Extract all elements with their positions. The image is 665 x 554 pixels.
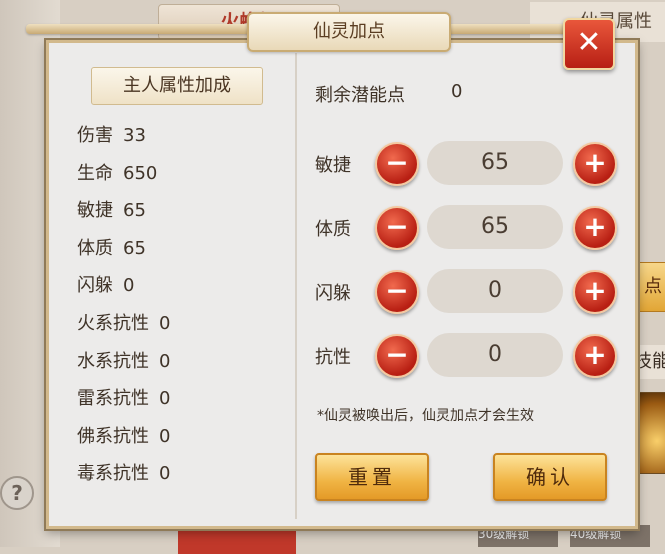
minus-icon: − (385, 146, 409, 179)
minus-icon: − (385, 210, 409, 243)
dialog-title: 仙灵加点 (247, 12, 451, 52)
master-attr-row: 水系抗性 0 (77, 347, 170, 373)
master-attr-row: 佛系抗性 0 (77, 422, 170, 448)
confirm-button[interactable]: 确认 (493, 453, 607, 501)
master-attr-name: 敏捷 (77, 200, 113, 222)
plus-button[interactable]: + (573, 206, 617, 250)
master-attr-row: 毒系抗性 0 (77, 459, 170, 485)
plus-icon: + (583, 338, 607, 371)
master-attr-row: 雷系抗性 0 (77, 384, 170, 410)
stat-label: 抗性 (315, 347, 351, 368)
master-attr-value: 0 (159, 425, 171, 447)
stat-label: 敏捷 (315, 155, 351, 176)
master-attr-name: 火系抗性 (77, 313, 149, 334)
master-attr-name: 体质 (77, 237, 113, 259)
effect-note: *仙灵被唤出后，仙灵加点才会生效 (317, 408, 534, 424)
column-divider (295, 53, 297, 519)
master-attr-name: 伤害 (77, 125, 113, 146)
minus-icon: − (385, 274, 409, 307)
minus-button[interactable]: − (375, 142, 419, 186)
master-attr-row: 敏捷 65 (77, 196, 146, 222)
master-attr-name: 生命 (77, 162, 113, 184)
plus-icon: + (583, 274, 607, 307)
master-attr-value: 0 (159, 350, 171, 372)
stat-label: 闪躲 (315, 283, 351, 304)
master-attr-value: 0 (159, 388, 171, 410)
stat-label: 体质 (315, 219, 351, 240)
stat-value: 0 (427, 269, 563, 313)
master-attr-row: 闪躲 0 (77, 271, 134, 297)
master-attr-name: 毒系抗性 (77, 463, 149, 485)
master-attr-value: 33 (123, 125, 146, 146)
plus-button[interactable]: + (573, 270, 617, 314)
master-attr-value: 0 (159, 313, 171, 334)
master-attr-value: 650 (123, 162, 158, 184)
master-attr-name: 佛系抗性 (77, 425, 149, 447)
plus-icon: + (583, 146, 607, 179)
background-bottom-tab (178, 530, 296, 554)
master-attrs-title: 主人属性加成 (91, 67, 263, 105)
close-icon: ✕ (576, 25, 602, 60)
master-attr-row: 火系抗性 0 (77, 309, 170, 335)
master-attr-name: 水系抗性 (77, 350, 149, 372)
master-attr-row: 伤害 33 (77, 121, 146, 147)
stat-value: 65 (427, 205, 563, 249)
fairy-points-dialog: 主人属性加成 伤害 33 生命 650 敏捷 65 体质 65 闪躲 0 火系抗性 0 水系抗性 0 雷系抗… (46, 40, 638, 529)
stat-value: 65 (427, 141, 563, 185)
master-attr-name: 闪躲 (77, 275, 113, 297)
close-button[interactable]: ✕ (563, 18, 615, 70)
minus-button[interactable]: − (375, 270, 419, 314)
master-attr-row: 生命 650 (77, 159, 157, 185)
master-attr-value: 0 (159, 463, 171, 485)
master-attr-value: 65 (123, 200, 146, 222)
plus-button[interactable]: + (573, 142, 617, 186)
minus-button[interactable]: − (375, 206, 419, 250)
minus-button[interactable]: − (375, 334, 419, 378)
remaining-points-value: 0 (451, 81, 463, 102)
minus-icon: − (385, 338, 409, 371)
remaining-points-label: 剩余潜能点 (315, 85, 405, 106)
master-attr-value: 0 (123, 275, 135, 297)
master-attr-value: 65 (123, 237, 146, 259)
master-attr-name: 雷系抗性 (77, 388, 149, 410)
reset-button[interactable]: 重置 (315, 453, 429, 501)
help-icon[interactable]: ? (0, 476, 34, 510)
stat-value: 0 (427, 333, 563, 377)
master-attr-row: 体质 65 (77, 234, 146, 260)
plus-button[interactable]: + (573, 334, 617, 378)
plus-icon: + (583, 210, 607, 243)
